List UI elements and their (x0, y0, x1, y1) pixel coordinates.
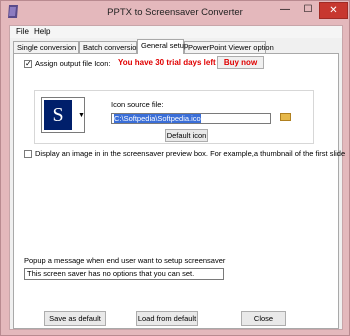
buy-now-button[interactable]: Buy now (217, 56, 264, 69)
tab-powerpoint-viewer-option[interactable]: PowerPoint Viewer option (184, 41, 274, 53)
display-image-label: Display an image in in the screensaver p… (35, 149, 346, 158)
default-icon-button[interactable]: Default icon (165, 129, 208, 142)
app-window: PPTX to Screensaver Converter — ☐ ✕ File… (0, 0, 350, 336)
tab-single-conversion[interactable]: Single conversion (13, 41, 79, 53)
softpedia-s-icon: S (44, 100, 72, 130)
icon-source-input[interactable]: C:\Softpedia\Softpedia.ico (111, 113, 271, 124)
save-as-default-button[interactable]: Save as default (44, 311, 106, 326)
menu-bar: File Help (10, 26, 342, 38)
buy-now-label: Buy now (223, 58, 258, 67)
menu-help[interactable]: Help (34, 27, 50, 36)
client-area: File Help Single conversion Batch conver… (9, 25, 345, 330)
load-from-default-button[interactable]: Load from default (136, 311, 198, 326)
menu-file[interactable]: File (16, 27, 29, 36)
icon-source-value: C:\Softpedia\Softpedia.ico (114, 114, 201, 123)
chevron-down-icon: ▼ (78, 112, 85, 119)
popup-message-input[interactable]: This screen saver has no options that yo… (24, 268, 224, 280)
popup-message-label: Popup a message when end user want to se… (24, 256, 226, 265)
tab-batch-conversion[interactable]: Batch conversion (79, 41, 141, 53)
maximize-button[interactable]: ☐ (297, 2, 319, 19)
minimize-button[interactable]: — (273, 2, 297, 19)
display-image-checkbox[interactable] (24, 150, 32, 158)
general-setup-panel: ✓ Assign output file Icon: You have 30 t… (13, 53, 345, 329)
tab-general-setup[interactable]: General setup (137, 39, 188, 54)
folder-open-icon[interactable] (280, 113, 291, 121)
icon-preview[interactable]: S ▼ (41, 97, 85, 133)
close-window-button[interactable]: ✕ (319, 2, 348, 19)
title-bar: PPTX to Screensaver Converter — ☐ ✕ (1, 1, 349, 23)
assign-icon-label: Assign output file Icon: (35, 59, 111, 68)
close-button[interactable]: Close (241, 311, 286, 326)
assign-icon-checkbox[interactable]: ✓ (24, 60, 32, 68)
icon-source-label: Icon source file: (111, 100, 164, 109)
trial-days-text: You have 30 trial days left (118, 58, 216, 67)
icon-groupbox: S ▼ Icon source file: C:\Softpedia\Softp… (34, 90, 314, 144)
